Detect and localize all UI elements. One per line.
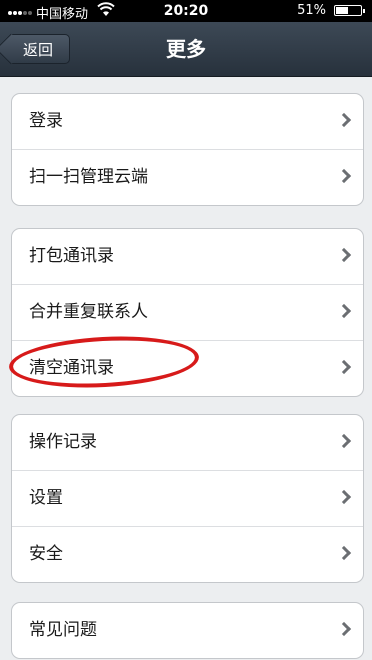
menu-item-clear-contacts[interactable]: 清空通讯录 bbox=[12, 340, 363, 396]
chevron-right-icon bbox=[336, 168, 352, 184]
chevron-right-icon bbox=[336, 621, 352, 637]
battery-icon bbox=[334, 5, 365, 16]
menu-item-settings[interactable]: 设置 bbox=[12, 470, 363, 526]
menu-item-login[interactable]: 登录 bbox=[12, 94, 363, 149]
menu-item-label: 清空通讯录 bbox=[29, 358, 114, 378]
menu-item-label: 常见问题 bbox=[29, 620, 97, 640]
menu-group-account: 登录 扫一扫管理云端 bbox=[11, 93, 364, 206]
menu-item-label: 合并重复联系人 bbox=[29, 302, 148, 322]
menu-item-faq[interactable]: 常见问题 bbox=[12, 603, 363, 658]
menu-item-scan-manage-cloud[interactable]: 扫一扫管理云端 bbox=[12, 149, 363, 205]
status-bar: 中国移动 20:20 51% bbox=[0, 0, 372, 22]
menu-item-operation-log[interactable]: 操作记录 bbox=[12, 415, 363, 470]
menu-group-settings: 操作记录 设置 安全 bbox=[11, 414, 364, 583]
menu-item-label: 打包通讯录 bbox=[29, 246, 114, 266]
chevron-right-icon bbox=[336, 247, 352, 263]
menu-group-help: 常见问题 bbox=[11, 602, 364, 659]
chevron-right-icon bbox=[336, 112, 352, 128]
menu-item-merge-duplicates[interactable]: 合并重复联系人 bbox=[12, 284, 363, 340]
menu-group-contacts: 打包通讯录 合并重复联系人 清空通讯录 bbox=[11, 228, 364, 397]
battery-fill bbox=[336, 7, 349, 14]
menu-item-pack-contacts[interactable]: 打包通讯录 bbox=[12, 229, 363, 284]
chevron-right-icon bbox=[336, 545, 352, 561]
menu-item-label: 登录 bbox=[29, 111, 63, 131]
menu-item-label: 扫一扫管理云端 bbox=[29, 167, 148, 187]
chevron-right-icon bbox=[336, 359, 352, 375]
menu-item-label: 安全 bbox=[29, 544, 63, 564]
page-title: 更多 bbox=[166, 37, 206, 61]
chevron-right-icon bbox=[336, 433, 352, 449]
battery-percent: 51% bbox=[297, 3, 326, 18]
navigation-bar: 返回 更多 bbox=[0, 22, 372, 77]
menu-item-security[interactable]: 安全 bbox=[12, 526, 363, 582]
chevron-right-icon bbox=[336, 303, 352, 319]
chevron-right-icon bbox=[336, 489, 352, 505]
menu-item-label: 设置 bbox=[29, 488, 63, 508]
menu-item-label: 操作记录 bbox=[29, 432, 97, 452]
